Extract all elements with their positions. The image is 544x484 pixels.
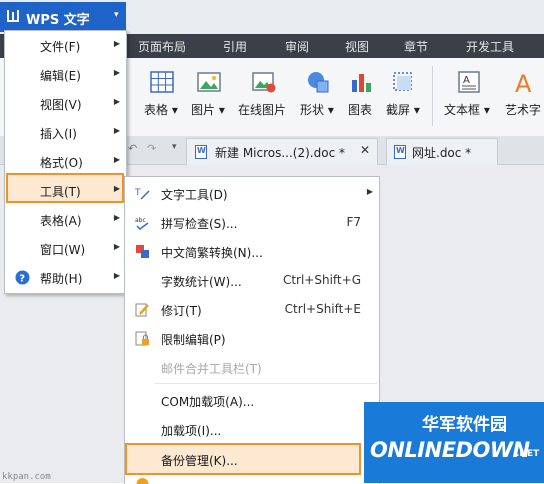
ribbon-divider xyxy=(432,66,433,126)
text-tools-icon: T xyxy=(135,188,150,200)
menu-separator xyxy=(155,383,377,384)
submenu-arrow-icon: ▶ xyxy=(113,126,120,135)
watermark-logo: 华军软件园 ONLINEDOWN .NET xyxy=(364,402,544,483)
menu-item-format[interactable]: 格式(O) ▶ xyxy=(5,147,126,176)
menu-item-window[interactable]: 窗口(W) ▶ xyxy=(5,234,126,263)
svg-text:abc: abc xyxy=(135,217,146,224)
document-tab[interactable]: 网址.doc * xyxy=(386,138,498,165)
submenu-arrow-icon: ▶ xyxy=(113,155,120,164)
menu-item-addins[interactable]: 加载项(I)... xyxy=(125,415,379,444)
submenu-arrow-icon: ▶ xyxy=(113,39,120,48)
close-tab-icon[interactable]: ✕ xyxy=(360,143,370,157)
tab-view[interactable]: 视图 xyxy=(345,38,369,55)
chevron-down-icon: ▾ xyxy=(114,10,119,20)
tab-developer[interactable]: 开发工具 xyxy=(466,38,514,55)
tab-page-layout[interactable]: 页面布局 xyxy=(138,38,186,55)
shape-icon[interactable] xyxy=(306,70,330,94)
menu-item-backup-management[interactable]: 备份管理(K)... xyxy=(125,445,379,474)
submenu-arrow-icon: ▶ xyxy=(113,97,120,106)
spell-check-icon: abc xyxy=(135,217,149,230)
submenu-arrow-icon: ▶ xyxy=(113,242,120,251)
menu-item-insert[interactable]: 插入(I) ▶ xyxy=(5,118,126,147)
word-document-icon xyxy=(195,145,207,159)
tab-review[interactable]: 审阅 xyxy=(285,38,309,55)
document-tab-label: 网址.doc * xyxy=(412,146,472,160)
word-document-icon xyxy=(394,145,406,159)
menu-item-spell-check[interactable]: abc 拼写检查(S)... F7 xyxy=(125,208,379,237)
source-watermark: kkpan.com xyxy=(2,472,51,482)
menu-item-view[interactable]: 视图(V) ▶ xyxy=(5,89,126,118)
menu-item-word-count[interactable]: 字数统计(W)... Ctrl+Shift+G xyxy=(125,266,379,295)
menu-item-file[interactable]: 文件(F) ▶ xyxy=(5,31,126,60)
wps-main-menu: 文件(F) ▶ 编辑(E) ▶ 视图(V) ▶ 插入(I) ▶ 格式(O) ▶ 工具(T)… xyxy=(4,30,127,294)
online-picture-icon[interactable] xyxy=(252,70,276,94)
textbox-button-label[interactable]: 文本框 ▾ xyxy=(444,101,490,118)
online-picture-button-label[interactable]: 在线图片 xyxy=(238,101,286,118)
tab-list-dropdown-icon[interactable]: ▾ xyxy=(172,142,177,152)
watermark-en-text: ONLINEDOWN xyxy=(370,438,530,462)
picture-button-label[interactable]: 图片 ▾ xyxy=(191,101,225,118)
menu-item-help[interactable]: ? 帮助(H) ▶ xyxy=(5,263,126,292)
chart-button-label[interactable]: 图表 xyxy=(348,101,372,118)
redo-icon[interactable]: ↷ xyxy=(147,142,156,155)
submenu-arrow-icon: ▶ xyxy=(113,184,120,193)
wps-logo-icon xyxy=(7,10,19,22)
table-icon[interactable] xyxy=(150,70,174,94)
tab-references[interactable]: 引用 xyxy=(223,38,247,55)
shape-button-label[interactable]: 形状 ▾ xyxy=(300,101,334,118)
document-tab-label: 新建 Micros...(2).doc * xyxy=(215,146,345,160)
svg-text:?: ? xyxy=(19,274,25,285)
chinese-conversion-icon xyxy=(136,245,149,258)
app-title: WPS 文字 xyxy=(26,13,90,28)
wordart-icon[interactable]: A xyxy=(513,70,537,94)
table-button-label[interactable]: 表格 ▾ xyxy=(144,101,178,118)
submenu-arrow-icon: ▶ xyxy=(113,213,120,222)
svg-text:T: T xyxy=(135,188,141,198)
tools-submenu: T 文字工具(D) ▶ abc 拼写检查(S)... F7 中文简繁转换(N)..… xyxy=(124,176,380,484)
chart-icon[interactable] xyxy=(350,70,374,94)
menu-item-track-changes[interactable]: 修订(T) Ctrl+Shift+E xyxy=(125,295,379,324)
undo-icon[interactable]: ↶ xyxy=(128,142,137,155)
submenu-arrow-icon: ▶ xyxy=(113,271,120,280)
submenu-arrow-icon: ▶ xyxy=(113,68,120,77)
tab-section[interactable]: 章节 xyxy=(404,38,428,55)
restrict-editing-icon xyxy=(135,331,149,346)
screenshot-button-label[interactable]: 截屏 ▾ xyxy=(386,101,420,118)
menu-item-text-tools[interactable]: T 文字工具(D) ▶ xyxy=(125,179,379,208)
menu-item-edit[interactable]: 编辑(E) ▶ xyxy=(5,60,126,89)
menu-item-chinese-conversion[interactable]: 中文简繁转换(N)... xyxy=(125,237,379,266)
track-changes-icon xyxy=(135,303,149,317)
watermark-suffix: .NET xyxy=(516,449,540,459)
submenu-arrow-icon: ▶ xyxy=(366,187,373,196)
menu-item-mail-merge-toolbar[interactable]: 邮件合并工具栏(T) xyxy=(125,353,379,382)
wps-app-menu-button[interactable]: WPS 文字 ▾ xyxy=(0,2,126,32)
picture-icon[interactable] xyxy=(197,70,221,94)
document-tab-active[interactable]: 新建 Micros...(2).doc * ✕ xyxy=(186,138,378,165)
svg-text:A: A xyxy=(463,75,470,86)
wordart-button-label[interactable]: 艺术字 xyxy=(505,101,541,118)
menu-item-restrict-editing[interactable]: 限制编辑(P) xyxy=(125,324,379,353)
svg-text:A: A xyxy=(515,70,532,94)
screenshot-icon[interactable] xyxy=(391,70,415,94)
textbox-icon[interactable]: A xyxy=(457,70,481,94)
help-icon: ? xyxy=(15,270,30,285)
menu-item-com-addins[interactable]: COM加载项(A)... xyxy=(125,386,379,415)
menu-item-table[interactable]: 表格(A) ▶ xyxy=(5,205,126,234)
menu-item-tools[interactable]: 工具(T) ▶ xyxy=(5,176,126,205)
watermark-cn-text: 华军软件园 xyxy=(422,415,507,435)
